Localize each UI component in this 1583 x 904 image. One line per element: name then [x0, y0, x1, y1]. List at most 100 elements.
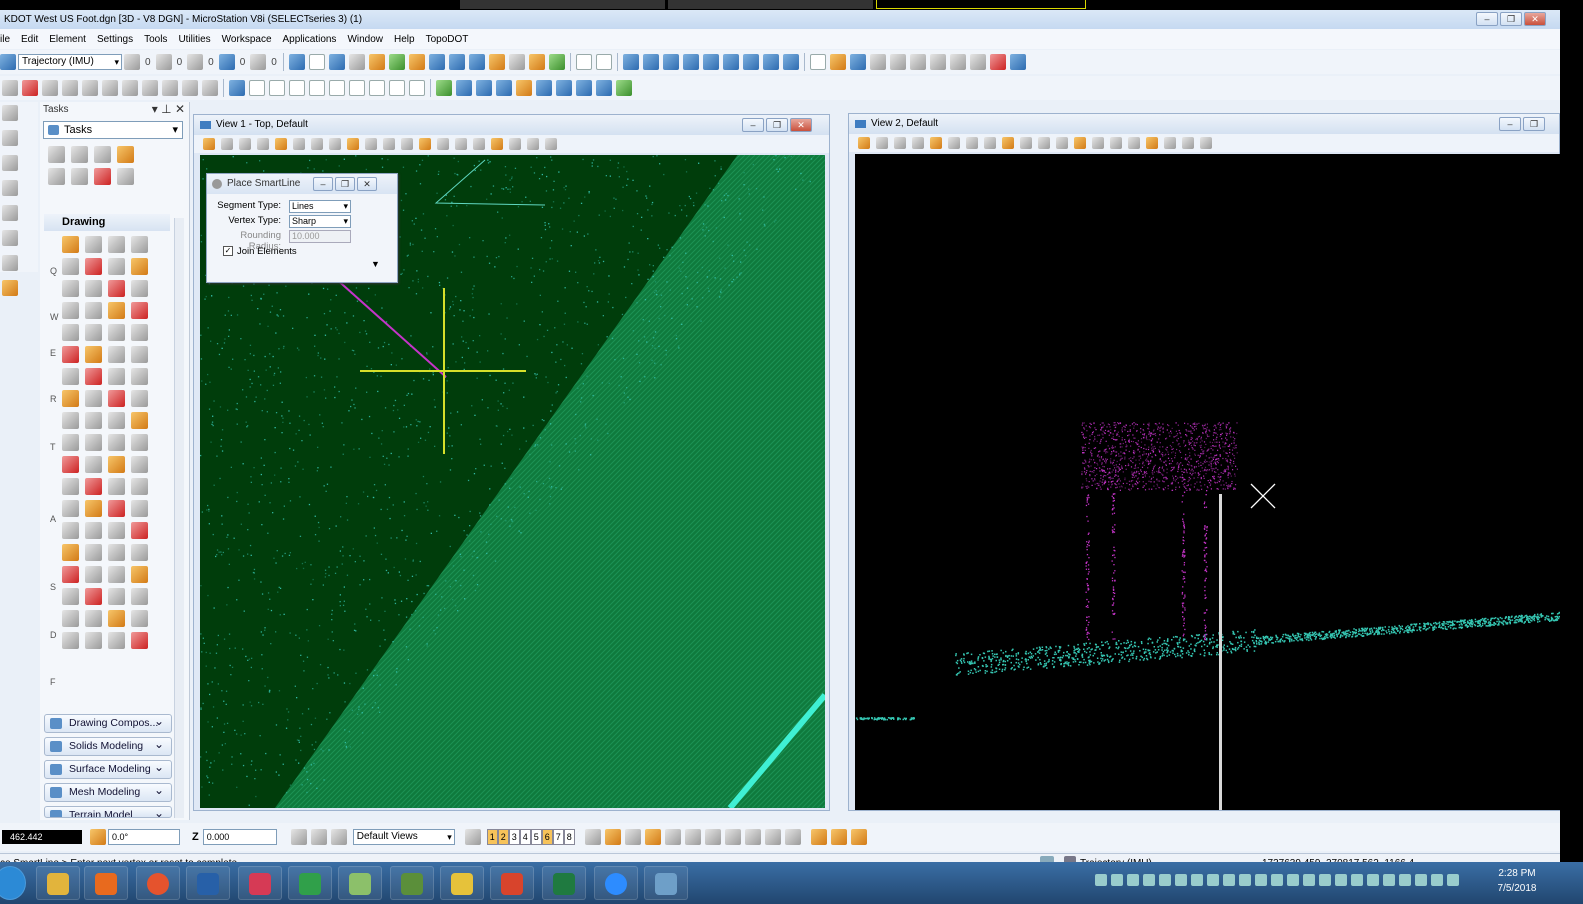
view-1-tool-15-icon[interactable] — [455, 138, 467, 150]
taskbar-media-player[interactable] — [84, 866, 128, 900]
dialog-close-button[interactable]: ✕ — [357, 177, 377, 191]
drawing-tool-34-icon[interactable] — [85, 412, 102, 429]
fence-tool-icon[interactable] — [71, 146, 88, 163]
menu-settings[interactable]: Settings — [97, 34, 133, 45]
snap-icon[interactable] — [428, 54, 445, 70]
view-1-tool-5-icon[interactable] — [275, 138, 287, 150]
menu-window[interactable]: Window — [347, 34, 383, 45]
drawing-tool-4-icon[interactable] — [131, 236, 148, 253]
view-button-7[interactable]: 7 — [552, 829, 564, 845]
line-style-icon[interactable] — [155, 54, 172, 70]
drawing-tool-19-icon[interactable] — [108, 324, 125, 341]
default-views-dropdown[interactable]: Default Views — [352, 829, 455, 845]
drawing-tool-30-icon[interactable] — [85, 390, 102, 407]
view-iso-icon[interactable] — [309, 80, 325, 96]
drawing-tool-71-icon[interactable] — [108, 610, 125, 627]
view-button-2[interactable]: 2 — [497, 829, 509, 845]
line-weight-icon[interactable] — [187, 54, 204, 70]
taskbar-microstation[interactable] — [186, 866, 230, 900]
view-2-tool-19-icon[interactable] — [1182, 137, 1194, 149]
dialog-minimize-button[interactable]: – — [313, 177, 333, 191]
taskbar-app-10[interactable] — [490, 866, 534, 900]
drawing-tool-38-icon[interactable] — [85, 434, 102, 451]
view-1-tool-18-icon[interactable] — [509, 138, 521, 150]
drawing-tool-63-icon[interactable] — [108, 566, 125, 583]
topodot-tool-6-icon[interactable] — [722, 54, 739, 70]
view-1-tool-19-icon[interactable] — [527, 138, 539, 150]
join-elements-checkbox[interactable]: ✓ — [223, 246, 233, 257]
view-1-close-button[interactable]: ✕ — [790, 118, 812, 132]
fillet-icon[interactable] — [162, 80, 178, 96]
snap-midpoint-icon[interactable] — [644, 829, 661, 845]
task-terrain-model[interactable]: Terrain Model — [44, 806, 172, 818]
manipulate-icon[interactable] — [94, 146, 111, 163]
view-rightiso-icon[interactable] — [389, 80, 405, 96]
drawing-tool-55-icon[interactable] — [108, 522, 125, 539]
drawing-tool-54-icon[interactable] — [85, 522, 102, 539]
drawing-tool-24-icon[interactable] — [131, 346, 148, 363]
drawing-tool-12-icon[interactable] — [131, 280, 148, 297]
back-icon[interactable] — [290, 829, 307, 845]
drawing-tool-8-icon[interactable] — [131, 258, 148, 275]
drawing-tool-76-icon[interactable] — [131, 632, 148, 649]
drawing-tool-9-icon[interactable] — [62, 280, 79, 297]
view-1-tool-16-icon[interactable] — [473, 138, 485, 150]
tag-icon[interactable] — [117, 168, 134, 185]
strip-tool-2-icon[interactable] — [2, 130, 18, 146]
drawing-tool-44-icon[interactable] — [131, 456, 148, 473]
start-button[interactable] — [0, 866, 26, 900]
render-icon[interactable] — [548, 54, 565, 70]
color-icon[interactable] — [124, 54, 140, 70]
view-2-tool-2-icon[interactable] — [876, 137, 888, 149]
active-level-dropdown[interactable]: Trajectory (IMU) — [18, 54, 122, 70]
view-2-tool-7-icon[interactable] — [966, 137, 978, 149]
drawing-tool-23-icon[interactable] — [108, 346, 125, 363]
drawing-tool-64-icon[interactable] — [131, 566, 148, 583]
drawing-tool-31-icon[interactable] — [108, 390, 125, 407]
taskbar-app-5[interactable] — [238, 866, 282, 900]
snap-parallel-icon[interactable] — [784, 829, 801, 845]
drawing-tool-48-icon[interactable] — [131, 478, 148, 495]
style-value[interactable]: 0 — [177, 57, 183, 68]
cloud-tool-9-icon[interactable] — [616, 80, 632, 96]
drawing-tool-2-icon[interactable] — [85, 236, 102, 253]
view-2-tool-17-icon[interactable] — [1146, 137, 1158, 149]
taskbar-firefox[interactable] — [136, 866, 180, 900]
clock[interactable]: 2:28 PM 7/5/2018 — [1497, 866, 1537, 896]
z-field[interactable]: 0.000 — [202, 829, 277, 845]
cloud-tool-8-icon[interactable] — [596, 80, 612, 96]
menu-utilities[interactable]: Utilities — [178, 34, 210, 45]
snap-bisector-icon[interactable] — [704, 829, 721, 845]
vertex-type-dropdown[interactable]: Sharp — [289, 215, 351, 228]
menu-file[interactable]: ile — [0, 34, 10, 45]
drawing-tool-5-icon[interactable] — [62, 258, 79, 275]
cloud-tool-3-icon[interactable] — [496, 80, 512, 96]
drawing-tool-37-icon[interactable] — [62, 434, 79, 451]
view-1-tool-4-icon[interactable] — [257, 138, 269, 150]
transparency-value[interactable]: 0 — [240, 57, 246, 68]
drawing-tool-28-icon[interactable] — [131, 368, 148, 385]
drawing-tool-51-icon[interactable] — [108, 500, 125, 517]
snap-intersect-icon[interactable] — [724, 829, 741, 845]
view-1-tool-6-icon[interactable] — [293, 138, 305, 150]
drawing-tool-60-icon[interactable] — [131, 544, 148, 561]
view-1-restore-button[interactable]: ❐ — [766, 118, 788, 132]
forward-icon[interactable] — [310, 829, 327, 845]
help-icon[interactable] — [1009, 54, 1026, 70]
cloud-icon[interactable] — [575, 54, 592, 70]
grid-icon[interactable] — [528, 54, 545, 70]
group-icon[interactable] — [48, 168, 65, 185]
drawing-tool-74-icon[interactable] — [85, 632, 102, 649]
topodot-tool-1-icon[interactable] — [622, 54, 639, 70]
rotate-view-icon[interactable] — [229, 80, 245, 96]
minimize-button[interactable]: – — [1476, 12, 1498, 26]
snap-settings-icon[interactable] — [830, 829, 847, 845]
strip-tool-5-icon[interactable] — [2, 205, 18, 221]
drawing-tool-58-icon[interactable] — [85, 544, 102, 561]
drawing-header[interactable]: Drawing — [44, 214, 170, 231]
strip-tool-8-icon[interactable] — [2, 280, 18, 296]
accudraw-distance-field[interactable]: 462.442 — [2, 830, 82, 844]
segment-type-dropdown[interactable]: Lines — [289, 200, 351, 213]
drawing-tool-17-icon[interactable] — [62, 324, 79, 341]
drawing-tool-59-icon[interactable] — [108, 544, 125, 561]
